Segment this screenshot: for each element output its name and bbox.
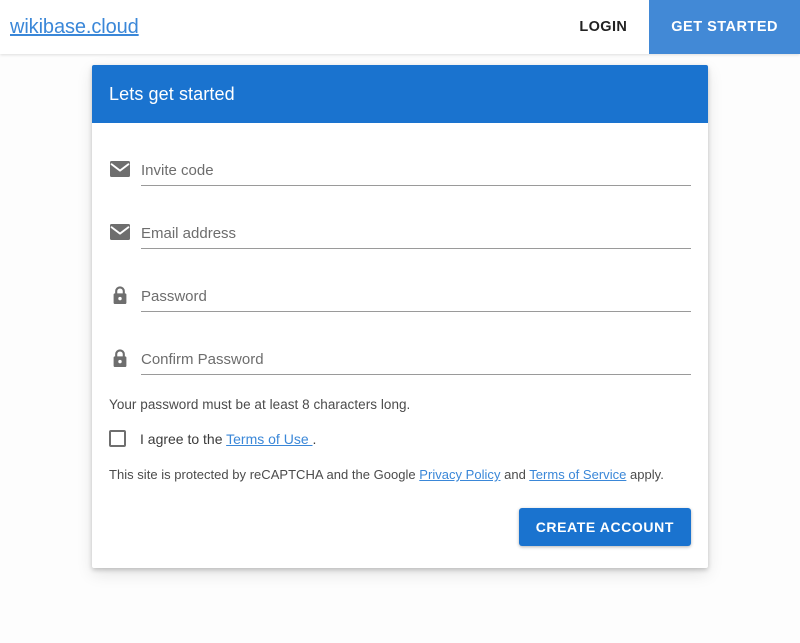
terms-of-use-link[interactable]: Terms of Use (226, 431, 312, 447)
field-wrap-invite-code (141, 160, 691, 186)
signup-card: Lets get started Invite code Email addre… (92, 65, 708, 568)
email-address-input[interactable] (141, 223, 691, 249)
card-title: Lets get started (109, 83, 235, 104)
envelope-icon (109, 221, 131, 243)
field-wrap-confirm-password (141, 349, 691, 375)
navbar-spacer (139, 0, 558, 54)
lock-icon (109, 347, 131, 369)
terms-checkbox[interactable] (109, 430, 126, 447)
terms-suffix-text: . (312, 430, 317, 447)
field-row-invite-code (109, 145, 691, 186)
top-navbar: wikibase.cloud LOGIN GET STARTED (0, 0, 800, 54)
password-hint-text: Your password must be at least 8 charact… (109, 397, 411, 412)
envelope-icon (109, 158, 131, 180)
terms-agreement-row: I agree to the Terms of Use . (109, 430, 691, 447)
get-started-button[interactable]: GET STARTED (649, 0, 800, 54)
password-input[interactable] (141, 286, 691, 312)
field-row-email-address (109, 208, 691, 249)
lock-icon (109, 284, 131, 306)
recaptcha-suffix-text: apply. (626, 467, 664, 482)
terms-agreement-label: I agree to the Terms of Use . (140, 431, 316, 447)
confirm-password-input[interactable] (141, 349, 691, 375)
invite-code-input[interactable] (141, 160, 691, 186)
terms-prefix-text: I agree to the (140, 430, 227, 447)
brand-logo-link[interactable]: wikibase.cloud (0, 0, 139, 54)
terms-of-service-link[interactable]: Terms of Service (529, 467, 626, 482)
recaptcha-middle-text: and (500, 467, 530, 482)
create-account-button[interactable]: CREATE ACCOUNT (518, 508, 691, 546)
field-row-confirm-password (109, 334, 691, 375)
card-header: Lets get started (92, 65, 708, 123)
field-row-password (109, 271, 691, 312)
privacy-policy-link[interactable]: Privacy Policy (419, 467, 500, 482)
card-body: Your password must be at least 8 charact… (92, 123, 708, 568)
submit-row: CREATE ACCOUNT (109, 508, 691, 552)
field-wrap-password (141, 286, 691, 312)
login-button[interactable]: LOGIN (557, 0, 650, 54)
recaptcha-prefix-text: This site is protected by reCAPTCHA and … (109, 467, 420, 482)
field-wrap-email-address (141, 223, 691, 249)
recaptcha-disclaimer: This site is protected by reCAPTCHA and … (109, 467, 691, 482)
